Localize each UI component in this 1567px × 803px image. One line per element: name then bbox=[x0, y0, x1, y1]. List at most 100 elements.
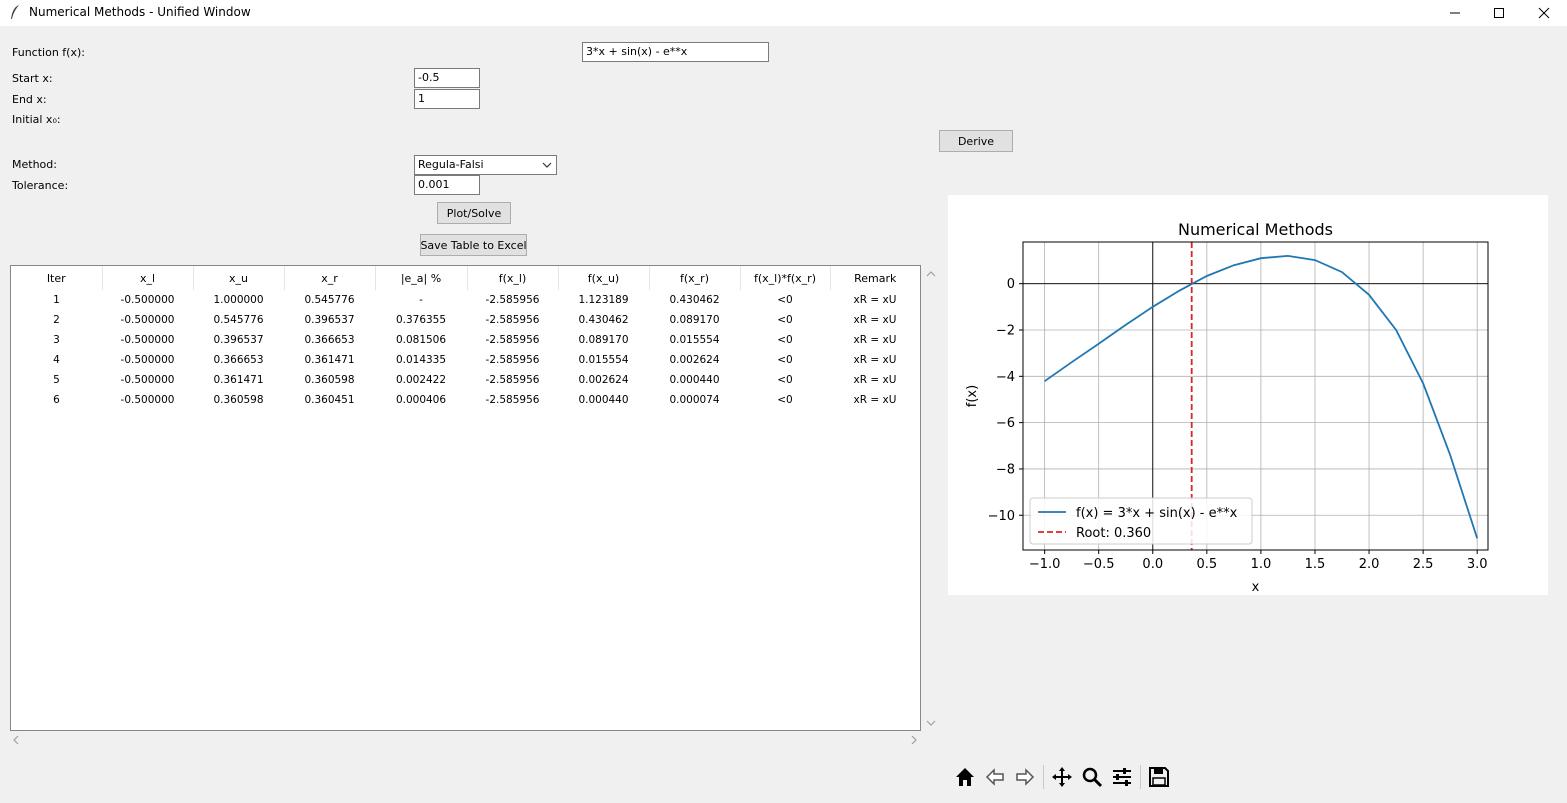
tolerance-label: Tolerance: bbox=[12, 179, 69, 192]
table-cell: 0.376355 bbox=[395, 314, 447, 326]
table-cell: 0.360598 bbox=[213, 394, 264, 406]
table-cell: <0 bbox=[777, 394, 793, 406]
tolerance-input[interactable]: 0.001 bbox=[414, 175, 480, 195]
table-cell: xR = xU bbox=[853, 334, 897, 346]
x-tick-label: 1.5 bbox=[1305, 557, 1326, 572]
column-header[interactable]: |e_a| % bbox=[375, 266, 468, 290]
table-cell: -2.585956 bbox=[485, 294, 540, 306]
home-button[interactable] bbox=[950, 762, 980, 792]
column-header[interactable]: x_l bbox=[102, 266, 194, 290]
table-row[interactable]: 6 -0.500000 0.360598 0.360451 0.000406 -2.585… bbox=[11, 390, 920, 410]
table-row[interactable]: 1 -0.500000 1.000000 0.545776 - -2.585956 1.12… bbox=[11, 290, 920, 310]
table-cell: 0.015554 bbox=[578, 354, 629, 366]
results-table[interactable]: Iter x_l x_u x_r |e_a| % f(x_l) f(x_u) f… bbox=[10, 265, 921, 731]
y-tick-label: 0 bbox=[1007, 277, 1015, 292]
save-table-button[interactable]: Save Table to Excel bbox=[420, 234, 527, 256]
table-cell: -0.500000 bbox=[120, 374, 175, 386]
function-chart: −1.0 −0.5 0.0 0.5 1.0 1.5 2.0 2.5 3.0 0 −2 −4 −6 −8 −1… bbox=[965, 220, 1489, 595]
column-header[interactable]: f(x_l)*f(x_r) bbox=[740, 266, 831, 290]
plot-solve-button[interactable]: Plot/Solve bbox=[437, 202, 511, 224]
close-button[interactable] bbox=[1521, 0, 1567, 26]
function-input[interactable]: 3*x + sin(x) - e**x bbox=[582, 42, 769, 62]
column-header[interactable]: Remark bbox=[830, 266, 920, 290]
table-cell: -0.500000 bbox=[120, 314, 175, 326]
end-x-input[interactable]: 1 bbox=[414, 89, 480, 109]
forward-button[interactable] bbox=[1010, 762, 1040, 792]
configure-icon bbox=[1113, 768, 1131, 786]
table-cell: 0.396537 bbox=[304, 314, 355, 326]
table-cell: 0.545776 bbox=[213, 314, 264, 326]
table-row[interactable]: 2 -0.500000 0.545776 0.396537 0.376355 -2.585… bbox=[11, 310, 920, 330]
table-cell: -2.585956 bbox=[485, 314, 540, 326]
y-axis-label: f(x) bbox=[965, 385, 980, 407]
x-tick-label: 0.5 bbox=[1196, 557, 1217, 572]
table-cell: 3 bbox=[53, 334, 60, 346]
table-row[interactable]: 4 -0.500000 0.366653 0.361471 0.014335 -2.585… bbox=[11, 350, 920, 370]
table-cell: xR = xU bbox=[853, 394, 897, 406]
table-cell: -0.500000 bbox=[120, 394, 175, 406]
table-cell: 5 bbox=[53, 374, 60, 386]
horizontal-scrollbar[interactable] bbox=[10, 733, 922, 747]
vertical-scrollbar[interactable] bbox=[924, 268, 938, 732]
x-tick-label: 1.0 bbox=[1251, 557, 1272, 572]
y-tick-label: −6 bbox=[996, 416, 1015, 431]
table-cell: -0.500000 bbox=[120, 294, 175, 306]
table-cell: -2.585956 bbox=[485, 374, 540, 386]
table-cell: 2 bbox=[53, 314, 60, 326]
plot-canvas[interactable]: −1.0 −0.5 0.0 0.5 1.0 1.5 2.0 2.5 3.0 0 −2 −4 −6 −8 −1… bbox=[948, 195, 1548, 595]
table-cell: 0.430462 bbox=[578, 314, 629, 326]
table-cell: 0.089170 bbox=[578, 334, 629, 346]
chart-title: Numerical Methods bbox=[1178, 220, 1333, 239]
x-tick-label: 2.0 bbox=[1359, 557, 1380, 572]
function-label: Function f(x): bbox=[12, 46, 85, 59]
method-select[interactable]: Regula-Falsi bbox=[414, 155, 557, 175]
table-cell: <0 bbox=[777, 354, 793, 366]
derive-button[interactable]: Derive bbox=[939, 130, 1013, 152]
y-tick-label: −8 bbox=[996, 462, 1015, 477]
table-body: 1 -0.500000 1.000000 0.545776 - -2.585956 1.12… bbox=[11, 290, 920, 410]
initial-x0-label: Initial x₀: bbox=[12, 113, 61, 126]
pan-button[interactable] bbox=[1047, 762, 1077, 792]
toolbar-separator bbox=[1140, 765, 1141, 789]
table-cell: 0.366653 bbox=[213, 354, 264, 366]
toolbar-separator bbox=[1043, 765, 1044, 789]
scroll-left-arrow-icon bbox=[13, 735, 19, 745]
feather-icon bbox=[11, 5, 19, 19]
table-cell: 0.014335 bbox=[395, 354, 447, 366]
table-cell: - bbox=[419, 294, 423, 306]
table-cell: 0.002422 bbox=[395, 374, 447, 386]
column-header[interactable]: f(x_l) bbox=[467, 266, 559, 290]
table-cell: 1.123189 bbox=[578, 294, 629, 306]
table-cell: 0.089170 bbox=[669, 314, 720, 326]
table-cell: 0.396537 bbox=[213, 334, 264, 346]
table-row[interactable]: 5 -0.500000 0.361471 0.360598 0.002422 -2.585… bbox=[11, 370, 920, 390]
save-icon bbox=[1149, 767, 1169, 787]
window-title: Numerical Methods - Unified Window bbox=[29, 5, 251, 19]
column-header[interactable]: f(x_r) bbox=[649, 266, 741, 290]
table-cell: xR = xU bbox=[853, 354, 897, 366]
x-tick-label: −0.5 bbox=[1083, 557, 1115, 572]
maximize-button[interactable] bbox=[1476, 0, 1522, 26]
table-cell: 6 bbox=[53, 394, 60, 406]
plot-toolbar bbox=[950, 762, 1174, 792]
title-bar: Numerical Methods - Unified Window bbox=[0, 0, 1567, 26]
zoom-button[interactable] bbox=[1077, 762, 1107, 792]
back-icon bbox=[985, 768, 1004, 786]
scroll-right-arrow-icon bbox=[911, 735, 917, 745]
table-row[interactable]: 3 -0.500000 0.396537 0.366653 0.081506 -2.585… bbox=[11, 330, 920, 350]
table-cell: -0.500000 bbox=[120, 354, 175, 366]
back-button[interactable] bbox=[980, 762, 1010, 792]
start-x-input[interactable]: -0.5 bbox=[414, 68, 480, 88]
save-figure-button[interactable] bbox=[1144, 762, 1174, 792]
table-cell: -2.585956 bbox=[485, 394, 540, 406]
end-x-label: End x: bbox=[12, 93, 47, 106]
table-cell: 1 bbox=[53, 294, 60, 306]
minimize-button[interactable] bbox=[1432, 0, 1478, 26]
column-header[interactable]: x_u bbox=[193, 266, 285, 290]
configure-button[interactable] bbox=[1107, 762, 1137, 792]
column-header[interactable]: f(x_u) bbox=[558, 266, 650, 290]
table-cell: xR = xU bbox=[853, 294, 897, 306]
y-tick-label: −4 bbox=[996, 370, 1015, 385]
column-header[interactable]: Iter bbox=[11, 266, 103, 290]
column-header[interactable]: x_r bbox=[284, 266, 376, 290]
